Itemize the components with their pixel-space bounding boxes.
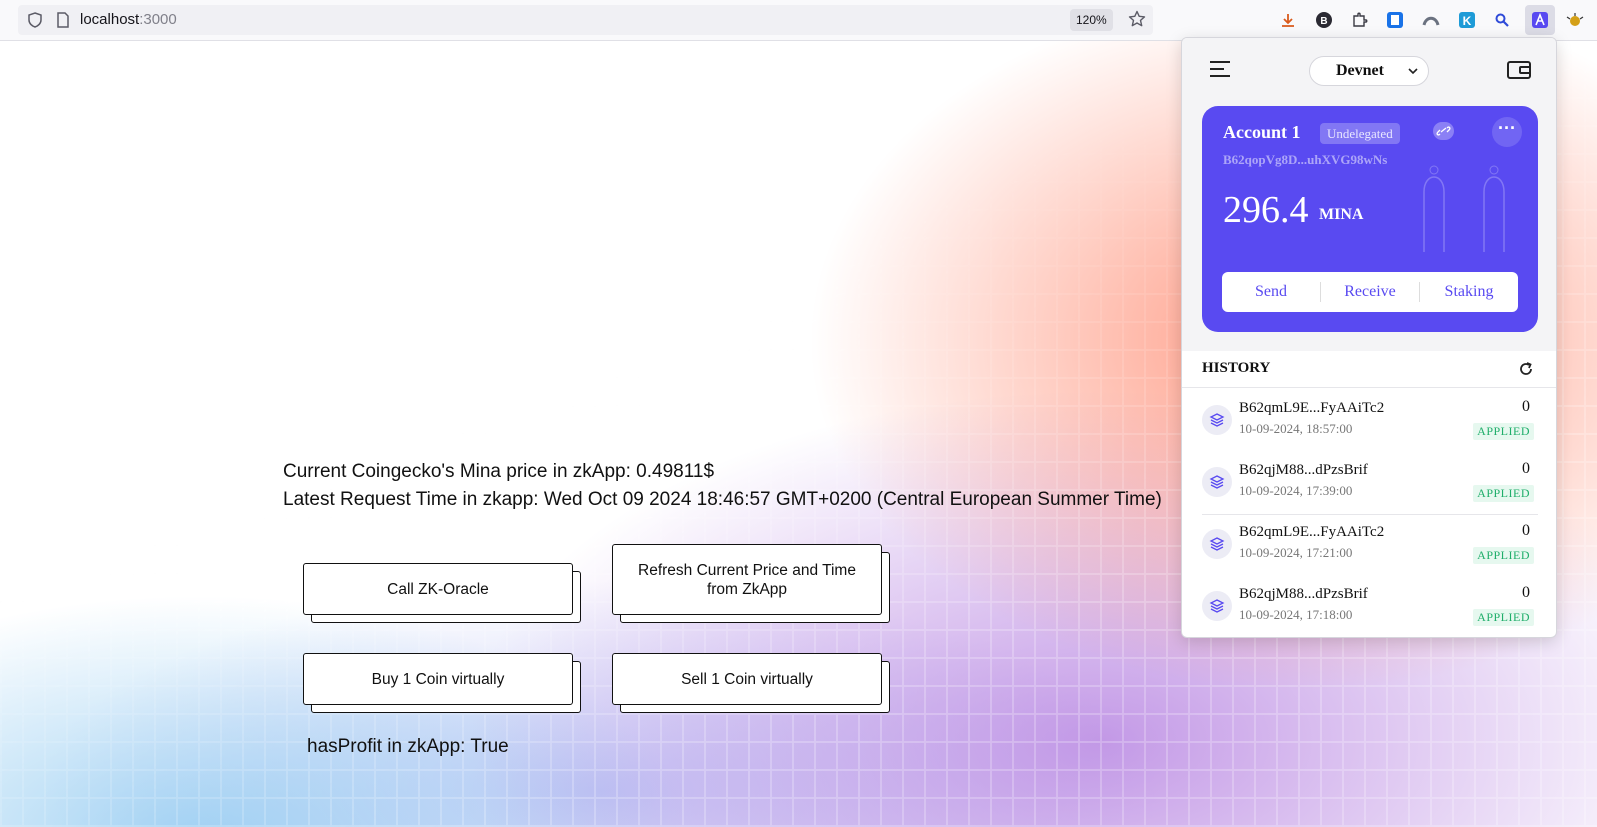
download-icon[interactable] — [1277, 9, 1299, 31]
status-badge: APPLIED — [1473, 609, 1534, 626]
svg-text:B: B — [1320, 16, 1327, 27]
account-card: Account 1 Undelegated ··· B62qopVg8D...u… — [1202, 106, 1538, 332]
wallet-header-area: Devnet Account 1 Undelegated ··· B62qopV… — [1182, 38, 1556, 351]
history-amount: 0 — [1522, 522, 1530, 539]
delegation-badge: Undelegated — [1320, 123, 1400, 144]
account-address[interactable]: B62qopVg8D...uhXVG98wNs — [1223, 152, 1387, 168]
call-oracle-button[interactable]: Call ZK-Oracle — [303, 563, 573, 615]
account-actions: Send Receive Staking — [1222, 272, 1518, 312]
request-time-text: Latest Request Time in zkapp: Wed Oct 09… — [283, 489, 1162, 510]
history-amount: 0 — [1522, 584, 1530, 601]
receive-button[interactable]: Receive — [1321, 283, 1419, 301]
history-address: B62qmL9E...FyAAiTc2 — [1239, 400, 1385, 416]
balance-unit: MINA — [1319, 206, 1364, 223]
chevron-down-icon — [1408, 68, 1418, 75]
b-extension-icon[interactable]: B — [1313, 9, 1335, 31]
history-amount: 0 — [1522, 398, 1530, 415]
sell-button-wrap: Sell 1 Coin virtually — [612, 653, 890, 713]
history-date: 10-09-2024, 17:39:00 — [1239, 483, 1353, 498]
stack-icon — [1202, 405, 1232, 435]
history-item[interactable]: B62qmL9E...FyAAiTc2 10-09-2024, 18:57:00… — [1202, 391, 1538, 453]
link-icon[interactable] — [1433, 122, 1454, 140]
buy-coin-button[interactable]: Buy 1 Coin virtually — [303, 653, 573, 705]
refresh-button-wrap: Refresh Current Price and Time from ZkAp… — [612, 544, 890, 623]
history-address: B62qmL9E...FyAAiTc2 — [1239, 524, 1385, 540]
page-icon[interactable] — [56, 12, 70, 28]
url-text[interactable]: localhost:3000 — [80, 11, 177, 28]
arc-extension-icon[interactable] — [1420, 9, 1442, 31]
account-name: Account 1 — [1223, 122, 1301, 142]
k-extension-icon[interactable]: K — [1456, 9, 1478, 31]
auro-wallet-icon[interactable] — [1525, 5, 1555, 35]
svg-text:K: K — [1463, 14, 1472, 28]
wallet-icon[interactable] — [1507, 60, 1531, 80]
call-oracle-button-wrap: Call ZK-Oracle — [303, 563, 581, 623]
stack-icon — [1202, 529, 1232, 559]
staking-button[interactable]: Staking — [1420, 283, 1518, 301]
blue-extension-icon[interactable] — [1384, 9, 1406, 31]
bookmark-star-icon[interactable] — [1128, 10, 1146, 28]
has-profit-text: hasProfit in zkApp: True — [307, 736, 509, 757]
network-label: Devnet — [1336, 62, 1384, 79]
status-badge: APPLIED — [1473, 485, 1534, 502]
history-date: 10-09-2024, 17:21:00 — [1239, 545, 1353, 560]
status-badge: APPLIED — [1473, 423, 1534, 440]
history-date: 10-09-2024, 17:18:00 — [1239, 607, 1353, 622]
more-options-icon[interactable]: ··· — [1492, 117, 1522, 147]
send-button[interactable]: Send — [1222, 283, 1320, 301]
mina-price-text: Current Coingecko's Mina price in zkApp:… — [283, 461, 715, 482]
history-item[interactable]: B62qmL9E...FyAAiTc2 10-09-2024, 17:21:00… — [1202, 515, 1538, 577]
puzzle-icon[interactable] — [1349, 9, 1371, 31]
history-item[interactable]: B62qjM88...dPzsBrif 10-09-2024, 17:18:00… — [1202, 577, 1538, 637]
status-badge: APPLIED — [1473, 547, 1534, 564]
refresh-price-button[interactable]: Refresh Current Price and Time from ZkAp… — [612, 544, 882, 615]
card-decoration — [1423, 165, 1505, 252]
history-item[interactable]: B62qjM88...dPzsBrif 10-09-2024, 17:39:00… — [1202, 453, 1538, 515]
url-bar[interactable]: localhost:3000 120% — [18, 5, 1153, 35]
magnifier-icon[interactable] — [1491, 9, 1513, 31]
stack-icon — [1202, 467, 1232, 497]
buy-button-wrap: Buy 1 Coin virtually — [303, 653, 581, 713]
account-balance: 296.4 — [1223, 189, 1309, 231]
history-amount: 0 — [1522, 460, 1530, 477]
history-address: B62qjM88...dPzsBrif — [1239, 586, 1368, 602]
history-date: 10-09-2024, 18:57:00 — [1239, 421, 1353, 436]
bug-extension-icon[interactable] — [1564, 9, 1586, 31]
menu-icon[interactable] — [1209, 60, 1231, 78]
refresh-icon[interactable] — [1518, 361, 1534, 377]
shield-icon[interactable] — [28, 12, 42, 28]
history-address: B62qjM88...dPzsBrif — [1239, 462, 1368, 478]
stack-icon — [1202, 591, 1232, 621]
network-select[interactable]: Devnet — [1309, 56, 1429, 86]
sell-coin-button[interactable]: Sell 1 Coin virtually — [612, 653, 882, 705]
wallet-popup: Devnet Account 1 Undelegated ··· B62qopV… — [1181, 37, 1557, 638]
zoom-indicator[interactable]: 120% — [1070, 9, 1113, 31]
divider — [1182, 387, 1556, 388]
history-title: HISTORY — [1202, 360, 1271, 376]
browser-toolbar: localhost:3000 120% B K — [0, 0, 1597, 41]
